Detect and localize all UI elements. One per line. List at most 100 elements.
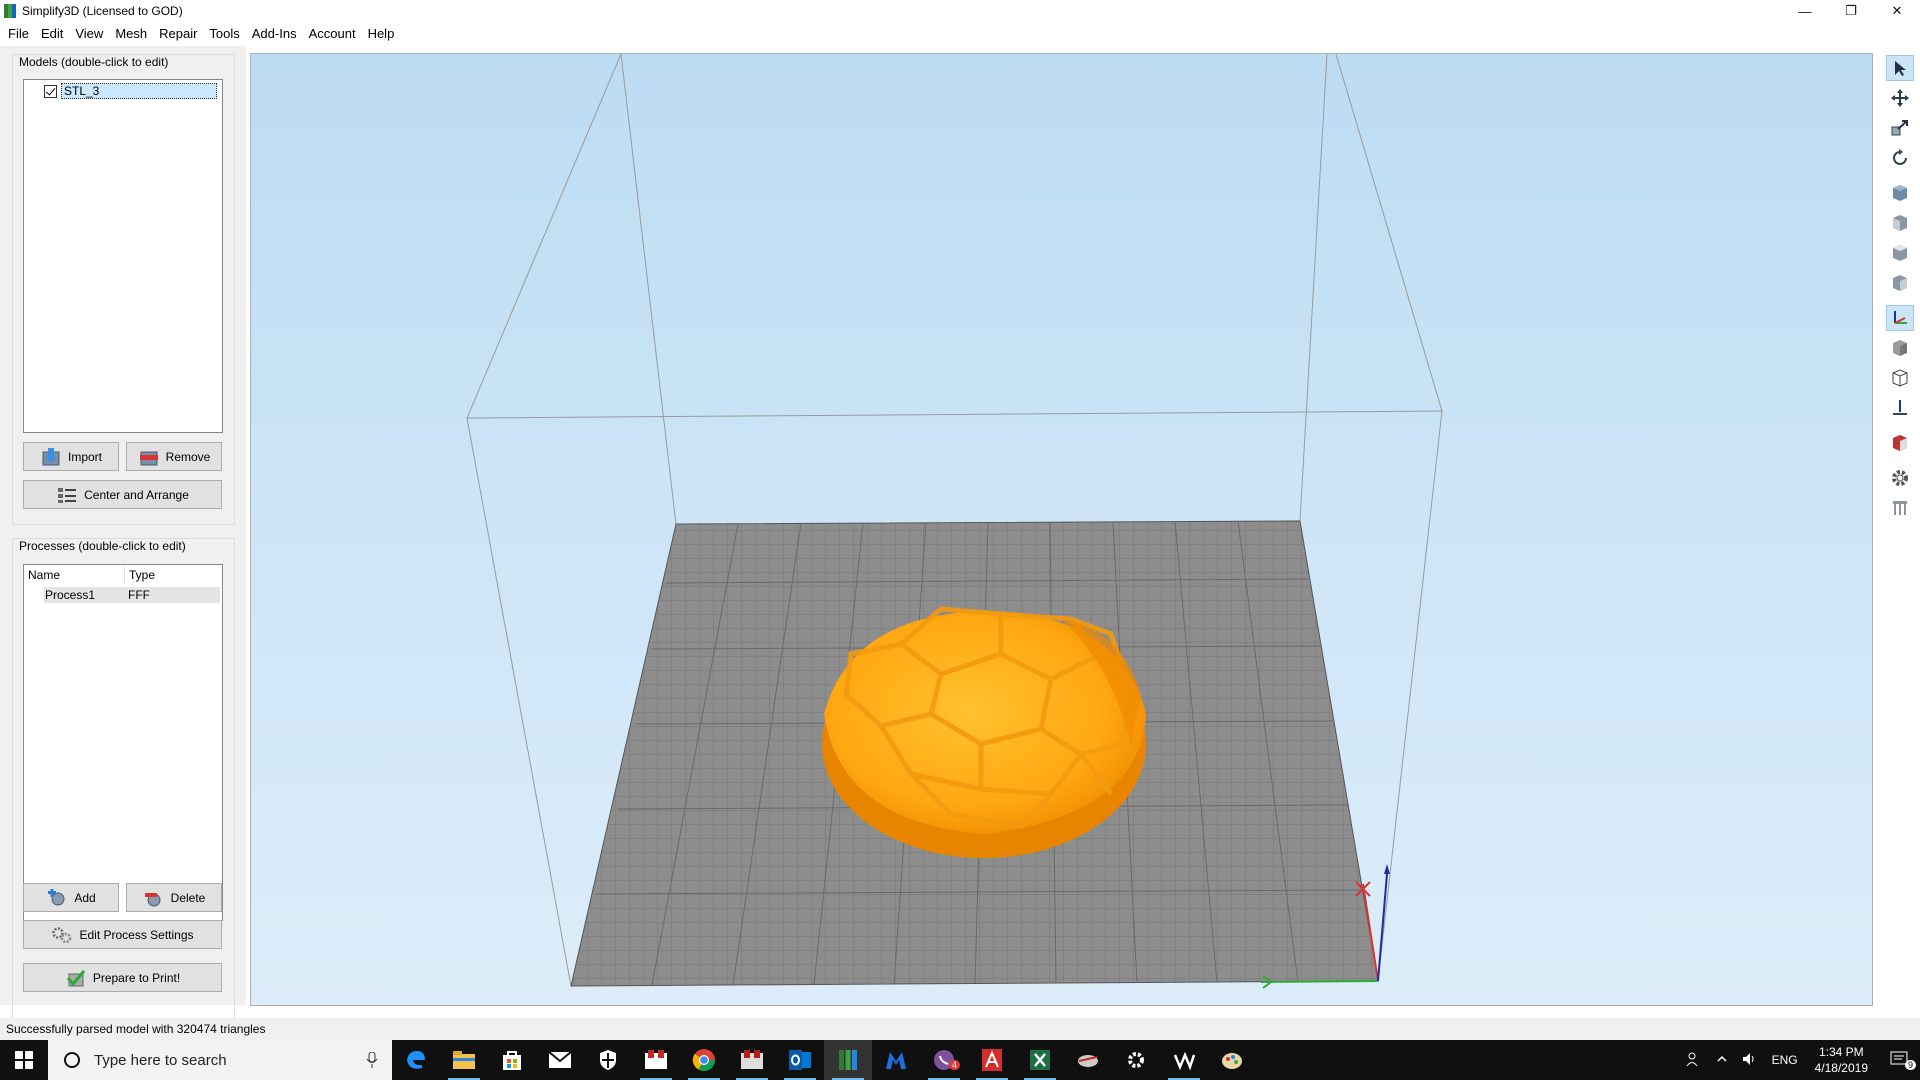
edge-icon[interactable] [392,1040,440,1080]
search-placeholder: Type here to search [94,1051,227,1069]
volume-icon[interactable] [1735,1052,1765,1069]
app-red-white-icon[interactable] [632,1040,680,1080]
processes-table[interactable]: Name Type Process1 FFF [23,564,223,921]
center-and-arrange-button[interactable]: Center and Arrange [23,480,222,509]
center-and-arrange-label: Center and Arrange [84,487,189,502]
column-header-name[interactable]: Name [25,566,125,584]
people-icon[interactable] [1679,1051,1709,1070]
acrobat-icon[interactable] [968,1040,1016,1080]
prepare-to-print-button[interactable]: Prepare to Print! [23,963,222,992]
menu-bar: File Edit View Mesh Repair Tools Add-Ins… [0,22,1920,44]
input-language[interactable]: ENG [1765,1053,1805,1067]
view-top-icon[interactable] [1886,240,1914,266]
supports-icon[interactable] [1886,495,1914,521]
app-plane-icon[interactable] [1064,1040,1112,1080]
status-bar: Successfully parsed model with 320474 tr… [0,1018,1920,1040]
security-shield-icon[interactable] [584,1040,632,1080]
import-label: Import [67,449,102,464]
settings-gear-icon[interactable] [1886,465,1914,491]
title-bar: Simplify3D (Licensed to GOD) — ❐ ✕ [0,0,1920,22]
simplify3d-taskbar-icon[interactable] [824,1040,872,1080]
view-default-icon[interactable] [1886,180,1914,206]
windows-logo-icon [15,1051,33,1069]
delete-process-button[interactable]: Delete [126,883,222,912]
microphone-icon[interactable] [366,1052,378,1068]
delete-process-label: Delete [170,890,206,905]
chrome-icon[interactable] [680,1040,728,1080]
add-process-label: Add [74,890,96,905]
menu-edit[interactable]: Edit [35,26,69,41]
edit-process-settings-label: Edit Process Settings [79,927,194,942]
rotate-icon[interactable] [1886,145,1914,171]
excel-icon[interactable] [1016,1040,1064,1080]
remove-icon [138,448,160,466]
simplify3d-app-icon [4,4,16,18]
models-list[interactable]: STL_3 [23,79,223,433]
restore-button[interactable]: ❐ [1828,0,1874,22]
remove-button[interactable]: Remove [126,442,222,471]
add-process-button[interactable]: Add [23,883,119,912]
viber-icon[interactable]: 4 [920,1040,968,1080]
processes-table-header: Name Type [25,566,221,584]
store-icon[interactable] [488,1040,536,1080]
scale-icon[interactable] [1886,115,1914,141]
menu-mesh[interactable]: Mesh [109,26,153,41]
column-header-type[interactable]: Type [125,566,221,584]
import-button[interactable]: Import [23,442,119,471]
menu-account[interactable]: Account [303,26,362,41]
menu-tools[interactable]: Tools [203,26,245,41]
malwarebytes-icon[interactable] [872,1040,920,1080]
clock-time: 1:34 PM [1818,1045,1864,1059]
section-view-icon[interactable] [1886,430,1914,456]
action-center-icon[interactable]: 9 [1878,1051,1920,1070]
process-type: FFF [128,588,150,602]
file-explorer-icon[interactable] [440,1040,488,1080]
table-row[interactable]: Process1 FFF [44,587,220,603]
solid-cube-icon[interactable] [1886,335,1914,361]
view-side-icon[interactable] [1886,270,1914,296]
view-front-icon[interactable] [1886,210,1914,236]
window-controls: — ❐ ✕ [1782,0,1920,22]
settings-icon[interactable] [1112,1040,1160,1080]
wireframe-cube-icon[interactable] [1886,365,1914,391]
select-cursor-icon[interactable] [1886,55,1914,81]
start-button[interactable] [0,1040,48,1080]
chevron-up-icon[interactable] [1709,1053,1735,1068]
axes-icon[interactable] [1886,305,1914,331]
models-label: Models (double-click to edit) [17,55,171,69]
edit-process-settings-button[interactable]: Edit Process Settings [23,920,222,949]
build-volume-scene[interactable] [251,54,1873,1006]
stl-model[interactable] [822,606,1146,858]
model-item-name[interactable]: STL_3 [61,83,217,99]
app-tools-icon[interactable] [728,1040,776,1080]
menu-repair[interactable]: Repair [153,26,203,41]
menu-view[interactable]: View [69,26,109,41]
menu-help[interactable]: Help [362,26,401,41]
paint-icon[interactable] [1208,1040,1256,1080]
menu-file[interactable]: File [2,26,35,41]
process-name: Process1 [45,588,96,602]
import-icon [40,447,62,466]
cortana-circle-icon [64,1052,80,1068]
close-button[interactable]: ✕ [1874,0,1920,22]
taskbar-search[interactable]: Type here to search [48,1040,392,1080]
window-title: Simplify3D (Licensed to GOD) [22,4,183,18]
minimize-button[interactable]: — [1782,0,1828,22]
notification-count: 9 [1904,1059,1916,1070]
viber-badge: 4 [948,1060,960,1070]
clock-date: 4/18/2019 [1814,1061,1868,1075]
delete-process-icon [143,889,165,907]
taskbar-clock[interactable]: 1:34 PM 4/18/2019 [1805,1044,1878,1076]
build-plate-icon[interactable] [1886,395,1914,421]
move-icon[interactable] [1886,85,1914,111]
menu-add-ins[interactable]: Add-Ins [246,26,303,41]
app-badge-icon[interactable] [1160,1040,1208,1080]
mail-icon[interactable] [536,1040,584,1080]
add-process-icon [46,888,68,907]
settings-gears-icon [51,926,73,944]
model-item[interactable]: STL_3 [44,83,217,99]
view-toolbar [1884,55,1920,535]
outlook-icon[interactable] [776,1040,824,1080]
model-visibility-checkbox[interactable] [44,84,57,98]
3d-viewport[interactable] [250,53,1873,1006]
